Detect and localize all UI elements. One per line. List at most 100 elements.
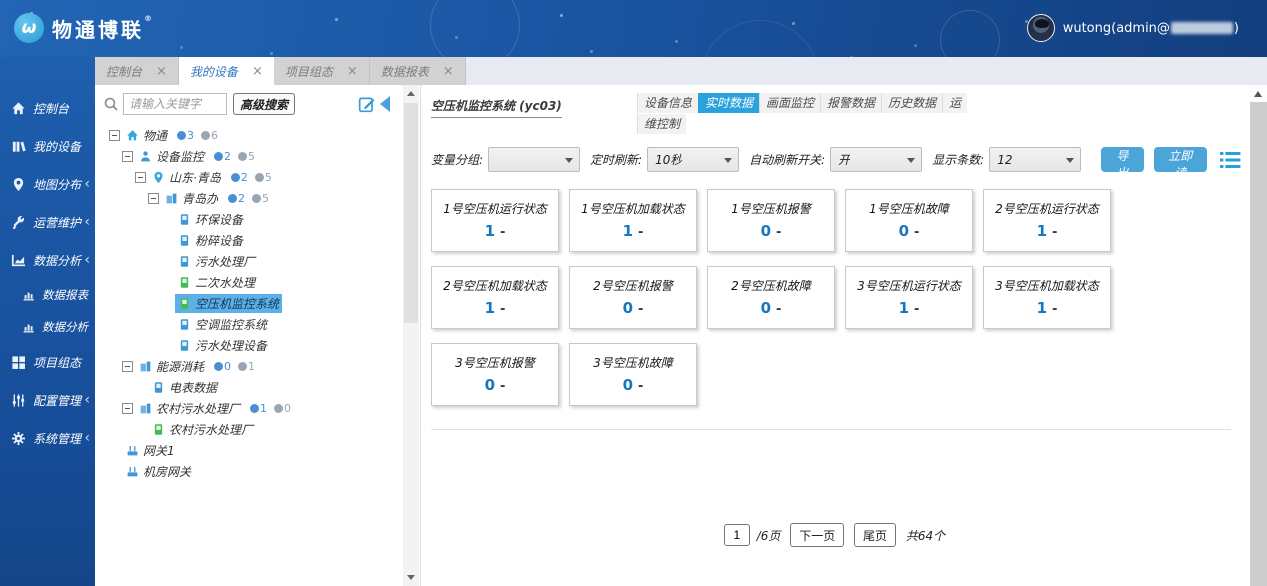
sidebar-item[interactable]: 数据分析‹ (0, 241, 95, 279)
variable-value: 1- (984, 299, 1110, 317)
sidebar-item[interactable]: 系统管理‹ (0, 419, 95, 457)
tree-node[interactable]: 电表数据 (135, 377, 420, 398)
sidebar-item[interactable]: 运营维护‹ (0, 203, 95, 241)
sidebar-item[interactable]: 项目组态 (0, 343, 95, 381)
variable-name: 3号空压机故障 (570, 354, 696, 371)
tree-node[interactable]: 污水处理设备 (161, 335, 420, 356)
tree-node-core[interactable]: 污水处理设备 (175, 336, 270, 355)
tree-node-core[interactable]: 空调监控系统 (175, 315, 270, 334)
tree-expand-icon[interactable] (122, 361, 133, 372)
tree-node[interactable]: 二次水处理 (161, 272, 420, 293)
window-tab[interactable]: 数据报表 × (370, 57, 466, 85)
tree-node-core[interactable]: 能源消耗 (136, 357, 207, 376)
window-tab[interactable]: 控制台× (95, 57, 179, 85)
tab-close-icon[interactable]: × (347, 65, 358, 78)
edit-pencil-icon[interactable] (358, 95, 376, 113)
sidebar-item-label: 数据分析 (33, 252, 81, 269)
sidebar-item[interactable]: 配置管理‹ (0, 381, 95, 419)
filter-select[interactable]: 12 (989, 147, 1081, 172)
tree-node-core[interactable]: 青岛办 (162, 189, 221, 208)
tree-node-core[interactable]: 二次水处理 (175, 273, 258, 292)
filter-select[interactable] (488, 147, 580, 172)
tab-close-icon[interactable]: × (252, 65, 263, 78)
tab-close-icon[interactable]: × (443, 65, 454, 78)
tree-node-core[interactable]: 空压机监控系统 (175, 294, 282, 313)
sidebar-item[interactable]: 数据分析 (0, 311, 95, 343)
sidebar-item[interactable]: 地图分布‹ (0, 165, 95, 203)
tree-expand-icon[interactable] (122, 403, 133, 414)
tree-node-core[interactable]: 电表数据 (149, 378, 220, 397)
realtime-cards-grid: 1号空压机运行状态1-1号空压机加载状态1-1号空压机报警0-1号空压机故障0-… (431, 189, 1131, 406)
sidebar-item-label: 系统管理 (33, 430, 81, 447)
detail-tab[interactable]: 设备信息 (637, 93, 698, 113)
tree-node-core[interactable]: 污水处理厂 (175, 252, 258, 271)
window-tab-label: 数据报表 (381, 63, 429, 80)
scroll-up-icon[interactable] (403, 85, 419, 101)
list-view-icon[interactable] (1219, 150, 1241, 170)
tree-node[interactable]: 机房网关 (109, 461, 420, 482)
tree-expand-icon[interactable] (109, 130, 120, 141)
tree-node-core[interactable]: 农村污水处理厂 (136, 399, 243, 418)
window-tab[interactable]: 项目组态× (274, 57, 370, 85)
tree-node-core[interactable]: 山东·青岛 (149, 168, 224, 187)
scroll-up-icon[interactable] (1250, 85, 1267, 102)
tree-node[interactable]: 农村污水处理厂 (135, 419, 420, 440)
sidebar-item[interactable]: 我的设备 (0, 127, 95, 165)
tree-node-core[interactable]: 农村污水处理厂 (149, 420, 256, 439)
tree-expand-icon[interactable] (122, 151, 133, 162)
device-icon (178, 255, 191, 268)
tree-node[interactable]: 物通36 (109, 125, 420, 146)
scroll-down-icon[interactable] (403, 570, 419, 586)
app-window: ω 物通博联® wutong(admin@) 控制台×我的设备×项目组态×数据报… (0, 0, 1267, 586)
tree-node[interactable]: 污水处理厂 (161, 251, 420, 272)
tree-node-core[interactable]: 粉碎设备 (175, 231, 246, 250)
sidebar: 控制台我的设备地图分布‹运营维护‹数据分析‹数据报表数据分析项目组态配置管理‹系… (0, 57, 95, 586)
tree-scrollbar[interactable] (403, 85, 419, 586)
next-page-button[interactable]: 下一页 (790, 523, 844, 547)
export-button[interactable]: 导出 (1101, 147, 1143, 172)
filter-select[interactable]: 开 (830, 147, 922, 172)
page-scrollbar-thumb[interactable] (1250, 102, 1267, 586)
window-tab[interactable]: 我的设备× (179, 57, 274, 85)
tree-node[interactable]: 粉碎设备 (161, 230, 420, 251)
sidebar-item[interactable]: 数据报表 (0, 279, 95, 311)
home-icon (11, 101, 26, 116)
device-title: 空压机监控系统 (yc03) (431, 97, 562, 118)
tree-scrollbar-thumb[interactable] (404, 103, 418, 323)
detail-tab[interactable]: 报警数据 (820, 93, 881, 113)
tree-node[interactable]: 山东·青岛25 (135, 167, 420, 188)
tree-expand-icon[interactable] (148, 193, 159, 204)
user-menu[interactable]: wutong(admin@) (1027, 14, 1239, 42)
tab-close-icon[interactable]: × (156, 65, 167, 78)
detail-tab[interactable]: 历史数据 (881, 93, 942, 113)
tree-node[interactable]: 农村污水处理厂10 (122, 398, 420, 419)
detail-tab[interactable]: 实时数据 (698, 93, 759, 113)
tree-search-input[interactable] (123, 93, 227, 115)
sidebar-item[interactable]: 控制台 (0, 89, 95, 127)
user-avatar (1027, 14, 1055, 42)
tree-node-core[interactable]: 机房网关 (123, 462, 194, 481)
tree-node-core[interactable]: 环保设备 (175, 210, 246, 229)
tree-node[interactable]: 环保设备 (161, 209, 420, 230)
variable-name: 1号空压机故障 (846, 200, 972, 217)
tree-node[interactable]: 空压机监控系统 (161, 293, 420, 314)
last-page-button[interactable]: 尾页 (854, 523, 896, 547)
tree-node[interactable]: 青岛办25 (148, 188, 420, 209)
tree-node-label: 网关1 (143, 442, 175, 459)
advanced-search-button[interactable]: 高级搜索 (233, 93, 295, 115)
read-now-button[interactable]: 立即读 (1154, 147, 1207, 172)
tree-node[interactable]: 网关1 (109, 440, 420, 461)
tree-node[interactable]: 设备监控25 (122, 146, 420, 167)
tree-node[interactable]: 能源消耗01 (122, 356, 420, 377)
page-number-input[interactable] (724, 524, 750, 546)
tree-expand-icon[interactable] (135, 172, 146, 183)
collapse-panel-icon[interactable] (380, 96, 390, 112)
tree-node-core[interactable]: 物通 (123, 126, 170, 145)
tree-node-core[interactable]: 网关1 (123, 441, 178, 460)
tree-node-label: 粉碎设备 (195, 232, 243, 249)
page-scrollbar[interactable] (1250, 85, 1267, 586)
tree-node[interactable]: 空调监控系统 (161, 314, 420, 335)
filter-select[interactable]: 10秒 (647, 147, 739, 172)
tree-node-core[interactable]: 设备监控 (136, 147, 207, 166)
detail-tab[interactable]: 画面监控 (759, 93, 820, 113)
